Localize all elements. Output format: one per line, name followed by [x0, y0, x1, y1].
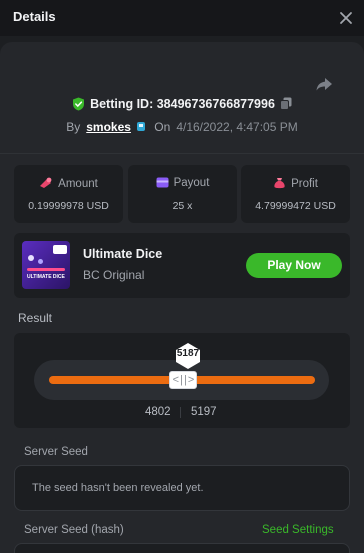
thumb-decor [28, 255, 34, 261]
thumb-decor [38, 259, 43, 264]
server-seed-hash-field [14, 543, 350, 553]
handle-glyph: < | | > [172, 374, 195, 386]
amount-value: 0.19999978 USD [28, 200, 109, 212]
game-provider: BC Original [83, 268, 145, 282]
server-seed-hash-label: Server Seed (hash) [24, 524, 124, 536]
payout-value: 25 x [172, 200, 193, 212]
betting-id-label: Betting ID: [90, 97, 154, 111]
amount-label: Amount [58, 178, 98, 190]
amount-label-row: Amount [14, 177, 123, 190]
server-seed-text: The seed hasn't been revealed yet. [32, 482, 204, 494]
payout-label-row: Payout [128, 177, 237, 189]
range-max: 5197 [191, 406, 217, 418]
modal-header: Details [0, 0, 364, 36]
bet-date: 4/16/2022, 4:47:05 PM [176, 120, 298, 134]
play-now-button[interactable]: Play Now [246, 253, 342, 278]
profit-card: Profit 4.79999472 USD [241, 165, 350, 223]
betting-id-row: Betting ID: 38496736766877996 [0, 97, 364, 115]
seed-settings-link[interactable]: Seed Settings [262, 524, 334, 536]
roll-value: 5187 [176, 348, 200, 359]
payout-card: Payout 25 x [128, 165, 237, 223]
by-label: By [66, 120, 81, 134]
copy-icon[interactable] [279, 97, 292, 110]
bc-logo [53, 245, 67, 254]
range-row: 4802 5197 [14, 406, 350, 420]
close-icon [340, 12, 352, 24]
range-separator [180, 407, 181, 418]
betting-id-value: 38496736766877996 [156, 97, 275, 111]
payout-label: Payout [173, 177, 210, 189]
close-button[interactable] [336, 8, 356, 28]
profit-value: 4.79999472 USD [255, 200, 336, 212]
bet-author-row: By smokes On 4/16/2022, 4:47:05 PM [0, 120, 364, 138]
shield-check-icon [73, 97, 85, 111]
slider-handle[interactable]: < | | > [169, 371, 197, 389]
profit-label: Profit [291, 178, 318, 190]
thumb-decor [27, 268, 65, 271]
result-label: Result [18, 311, 53, 325]
profit-label-row: Profit [241, 177, 350, 190]
share-icon [316, 78, 332, 91]
divider [0, 153, 364, 154]
thumbnail-title: ULTIMATE DICE [27, 274, 65, 280]
money-bag-icon [274, 178, 285, 189]
coins-icon [40, 177, 52, 188]
user-badge-icon [137, 122, 146, 131]
game-thumbnail[interactable]: ULTIMATE DICE [22, 241, 70, 289]
modal-title: Details [13, 9, 56, 24]
on-label: On [154, 120, 171, 134]
server-seed-field: The seed hasn't been revealed yet. [14, 465, 350, 511]
amount-card: Amount 0.19999978 USD [14, 165, 123, 223]
username-link[interactable]: smokes [86, 120, 131, 134]
game-card: ULTIMATE DICE Ultimate Dice BC Original … [14, 233, 350, 298]
result-box: 5187 < | | > 4802 5197 [14, 333, 350, 428]
wallet-icon [156, 177, 169, 188]
share-button[interactable] [314, 74, 334, 94]
server-seed-label: Server Seed [24, 446, 88, 458]
range-min: 4802 [145, 406, 171, 418]
game-name: Ultimate Dice [83, 247, 163, 261]
